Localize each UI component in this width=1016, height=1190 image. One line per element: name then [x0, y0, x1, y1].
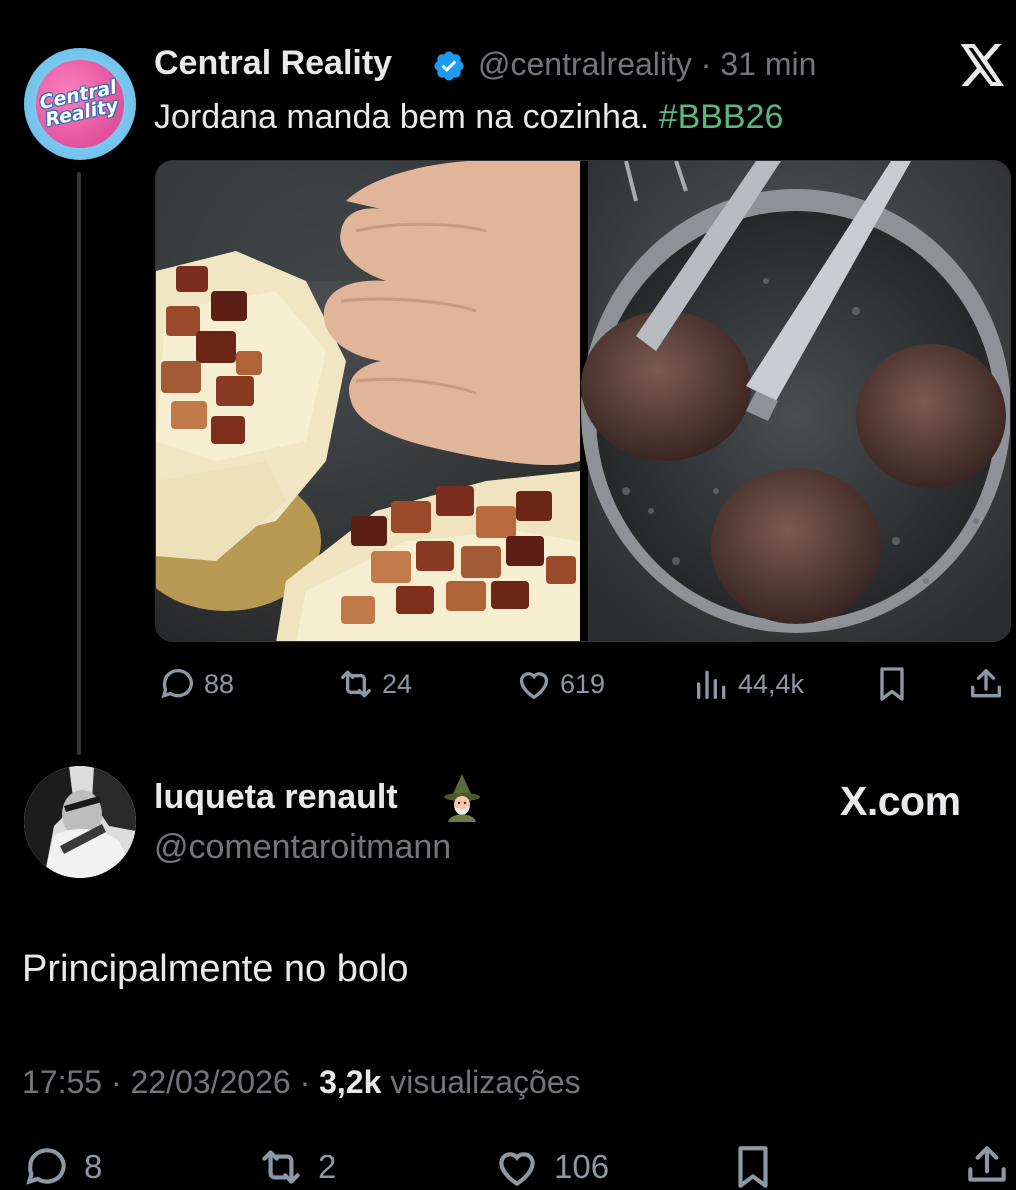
- central-reality-avatar[interactable]: Central Reality: [24, 48, 136, 160]
- author-handle[interactable]: @centralreality: [478, 46, 692, 82]
- right-image-steaks: [581, 161, 1010, 641]
- retweet-icon: [262, 1150, 300, 1184]
- author-name[interactable]: Central Reality: [154, 44, 392, 83]
- reply-views-label: visualizações: [381, 1064, 581, 1100]
- reply-button[interactable]: 88: [158, 664, 234, 704]
- x-com-watermark: X.com: [840, 778, 961, 824]
- reply-views-count: 3,2k: [319, 1064, 382, 1100]
- x-logo-icon: [960, 44, 1004, 86]
- reply-reply-count: 8: [84, 1148, 103, 1185]
- reply-icon: [26, 1148, 66, 1185]
- like-count: 619: [560, 668, 606, 699]
- reply-like-button[interactable]: 106: [492, 1142, 609, 1190]
- reply-author-handle[interactable]: @comentaroitmann: [154, 828, 451, 867]
- retweet-count: 24: [382, 668, 413, 699]
- bookmark-icon[interactable]: [872, 664, 912, 704]
- reply-like-count: 106: [554, 1148, 610, 1185]
- retweet-icon: [341, 670, 371, 698]
- verified-badge-icon: [434, 51, 464, 81]
- reply-count: 88: [204, 668, 235, 699]
- quoted-tweet-text: Jordana manda bem na cozinha. #BBB26: [154, 98, 783, 137]
- avatar-photo: [24, 766, 136, 878]
- share-icon[interactable]: [966, 664, 1006, 704]
- share-icon[interactable]: [962, 1140, 1012, 1190]
- like-icon: [519, 672, 549, 700]
- left-image-potatoes: [156, 161, 616, 641]
- reply-meta: 17:55 · 22/03/2026 · 3,2k visualizações: [22, 1064, 581, 1101]
- wizard-emoji-icon: [444, 774, 480, 822]
- bookmark-icon[interactable]: [728, 1142, 778, 1190]
- tweet-media[interactable]: [155, 160, 1011, 642]
- luqueta-avatar[interactable]: [24, 766, 136, 878]
- thread-connector-line: [77, 172, 81, 755]
- reply-retweet-button[interactable]: 2: [256, 1142, 336, 1190]
- reply-text: Principalmente no bolo: [22, 948, 409, 990]
- hashtag-link[interactable]: #BBB26: [659, 98, 784, 136]
- media-images: [156, 161, 1010, 641]
- tweet-body: Jordana manda bem na cozinha.: [154, 98, 659, 136]
- post-time: · 31 min: [700, 46, 817, 82]
- views-icon: [697, 670, 726, 699]
- avatar-logo: Central Reality: [27, 51, 133, 157]
- reply-retweet-count: 2: [318, 1148, 337, 1185]
- like-button[interactable]: 619: [514, 664, 605, 704]
- reply-timestamp[interactable]: 17:55 · 22/03/2026 ·: [22, 1064, 319, 1100]
- reply-reply-button[interactable]: 8: [22, 1142, 102, 1190]
- reply-icon: [161, 669, 193, 699]
- retweet-button[interactable]: 24: [336, 664, 412, 704]
- reply-author-name[interactable]: luqueta renault: [154, 778, 398, 817]
- views-count: 44,4k: [738, 668, 805, 699]
- views-button[interactable]: 44,4k: [692, 664, 804, 704]
- like-icon: [499, 1152, 535, 1187]
